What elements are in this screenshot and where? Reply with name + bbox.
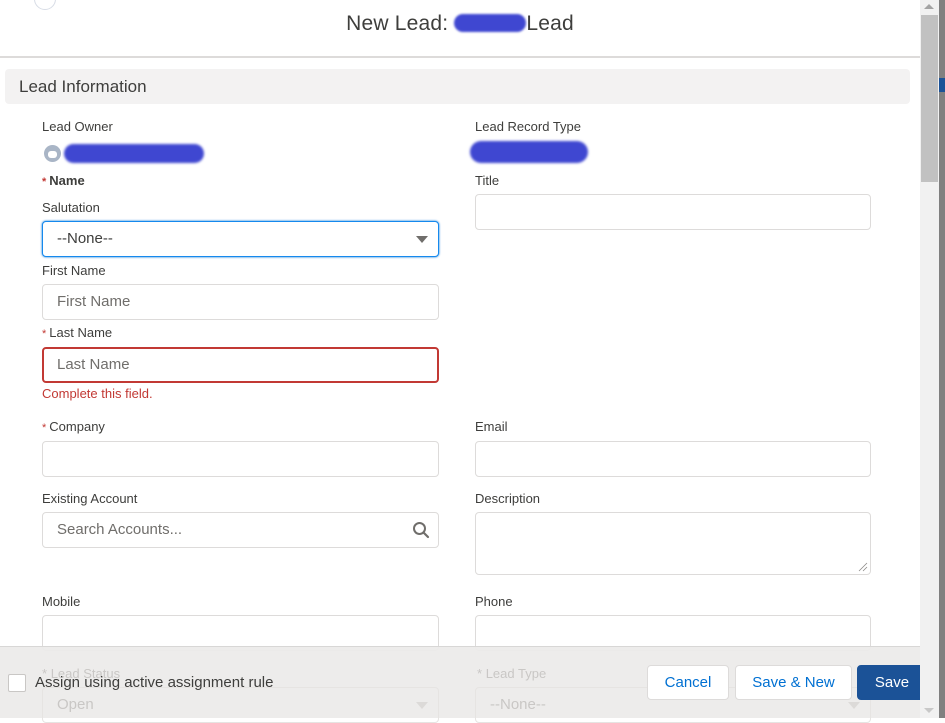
description-label: Description — [475, 491, 541, 506]
cancel-button[interactable]: Cancel — [647, 665, 729, 700]
first-name-input[interactable]: First Name — [42, 284, 439, 320]
chevron-down-icon — [416, 236, 428, 243]
title-label: Title — [475, 173, 500, 188]
lead-record-type-label: Lead Record Type — [475, 119, 581, 134]
required-marker: * — [42, 328, 47, 340]
email-input[interactable] — [475, 441, 871, 477]
lead-status-value: Open — [57, 696, 94, 713]
name-label-text: Name — [49, 173, 85, 188]
last-name-input[interactable]: Last Name — [42, 347, 439, 383]
salutation-label: Salutation — [42, 200, 100, 215]
new-lead-modal: New Lead: Lead Lead Information Lead Own… — [0, 0, 927, 723]
scroll-down-arrow-icon[interactable] — [924, 708, 934, 713]
name-label: * Name — [42, 173, 85, 188]
background-page-accent — [939, 78, 945, 92]
section-title: Lead Information — [19, 77, 147, 96]
required-marker: * — [477, 666, 483, 681]
chevron-down-icon — [416, 702, 428, 709]
first-name-label: First Name — [42, 263, 106, 278]
last-name-label-text: Last Name — [49, 325, 113, 340]
user-avatar-icon — [44, 145, 61, 162]
salutation-value: --None-- — [57, 230, 113, 247]
lead-type-label: * Lead Type — [477, 666, 546, 681]
title-suffix: Lead — [526, 12, 574, 35]
description-textarea[interactable] — [475, 512, 871, 575]
assign-rule-label[interactable]: Assign using active assignment rule — [35, 674, 273, 691]
salutation-select[interactable]: --None-- — [42, 221, 439, 257]
phone-label: Phone — [475, 594, 513, 609]
title-prefix: New Lead: — [346, 12, 449, 35]
existing-account-search-input[interactable]: Search Accounts... — [42, 512, 439, 548]
assign-rule-checkbox[interactable] — [8, 674, 26, 692]
close-button[interactable] — [34, 0, 56, 10]
lead-type-value: --None-- — [490, 696, 546, 713]
scroll-up-arrow-icon[interactable] — [924, 4, 934, 9]
existing-account-label: Existing Account — [42, 491, 138, 506]
mobile-label: Mobile — [42, 594, 81, 609]
title-input[interactable] — [475, 194, 871, 230]
modal-header: New Lead: Lead — [0, 0, 920, 58]
existing-account-placeholder: Search Accounts... — [57, 521, 183, 538]
required-marker: * — [42, 176, 47, 188]
scrollbar-thumb[interactable] — [921, 15, 938, 182]
lead-owner-value-redacted[interactable] — [64, 144, 204, 163]
last-name-label: * Last Name — [42, 325, 112, 340]
company-input[interactable] — [42, 441, 439, 477]
background-page-edge — [939, 0, 945, 718]
redacted-record-type — [454, 14, 527, 32]
company-label: * Company — [42, 419, 105, 434]
search-icon — [413, 522, 430, 539]
last-name-error: Complete this field. — [42, 386, 153, 401]
lead-type-label-text: Lead Type — [485, 666, 547, 681]
save-button[interactable]: Save — [857, 665, 927, 700]
email-label: Email — [475, 419, 508, 434]
chevron-down-icon — [848, 702, 860, 709]
modal-title: New Lead: Lead — [0, 12, 920, 36]
required-marker: * — [42, 422, 47, 434]
lead-record-type-value-redacted — [470, 141, 588, 163]
resize-handle-icon[interactable] — [858, 562, 868, 572]
company-label-text: Company — [49, 419, 105, 434]
save-new-button[interactable]: Save & New — [735, 665, 852, 700]
lead-owner-label: Lead Owner — [42, 119, 113, 134]
section-header[interactable]: Lead Information — [5, 69, 910, 104]
